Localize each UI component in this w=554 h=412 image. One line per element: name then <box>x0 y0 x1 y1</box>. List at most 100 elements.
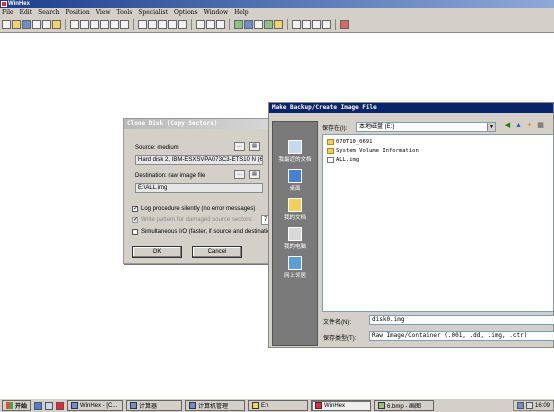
start-button[interactable]: 开始 <box>2 400 32 411</box>
find-replace-icon[interactable] <box>148 20 157 29</box>
clock[interactable]: 16:09 <box>535 403 550 409</box>
menu-help[interactable]: Help <box>234 8 249 17</box>
open-icon[interactable] <box>12 20 21 29</box>
ram-editor-icon[interactable] <box>244 20 253 29</box>
menu-position[interactable]: Position <box>65 8 89 17</box>
file-name: ALL.img <box>336 157 360 163</box>
save-icon[interactable] <box>22 20 31 29</box>
filetype-dropdown[interactable]: Raw Image/Container (.001, .dd, .img, .c… <box>369 331 554 341</box>
file-list[interactable]: 070T10_0691 System Volume Information AL… <box>322 134 554 312</box>
replace-hex-icon[interactable] <box>168 20 177 29</box>
source-properties-icon[interactable]: ▤ <box>249 142 260 151</box>
place-my-computer[interactable]: 我的电脑 <box>273 227 317 250</box>
app-title-bar: WinHex <box>0 0 554 8</box>
task-label: 计算机管理 <box>198 404 229 410</box>
cancel-button[interactable]: Cancel <box>192 246 242 258</box>
toolbar-separator <box>335 19 336 30</box>
calculator-task-icon <box>130 402 138 409</box>
back-icon[interactable] <box>206 20 215 29</box>
menu-search[interactable]: Search <box>38 8 59 17</box>
place-desktop[interactable]: 桌面 <box>273 169 317 192</box>
write-pattern-checkbox[interactable]: ✓ <box>132 217 138 223</box>
task-calculator[interactable]: 计算器 <box>126 400 183 411</box>
undo-icon[interactable] <box>70 20 79 29</box>
calculator-icon[interactable] <box>254 20 263 29</box>
destination-field[interactable]: E:\ALL.img <box>135 183 263 193</box>
options-icon[interactable] <box>340 20 349 29</box>
task-drive-e[interactable]: E:\ <box>248 400 309 411</box>
log-silently-checkbox[interactable]: ✓ <box>132 206 138 212</box>
simultaneous-io-checkbox[interactable] <box>132 229 138 235</box>
task-label: 6.bmp - 画图 <box>387 404 422 410</box>
list-item[interactable]: 070T10_0691 <box>327 139 372 145</box>
find-icon[interactable] <box>138 20 147 29</box>
windows-logo-icon <box>6 402 13 409</box>
previous-sector-icon[interactable] <box>302 20 311 29</box>
new-folder-icon[interactable]: ✦ <box>525 121 534 130</box>
copy-icon[interactable] <box>90 20 99 29</box>
back-icon[interactable]: ◀ <box>503 121 512 130</box>
winhex-quicklaunch-icon[interactable] <box>56 401 65 410</box>
task-winhex[interactable]: WinHex <box>311 400 372 411</box>
goto-offset-icon[interactable] <box>196 20 205 29</box>
toolbar-separator <box>191 19 192 30</box>
paste-special-icon[interactable] <box>110 20 119 29</box>
show-desktop-icon[interactable] <box>45 401 54 410</box>
disk-editor-icon[interactable] <box>234 20 243 29</box>
place-my-documents-label: 我的文档 <box>283 215 306 221</box>
place-network[interactable]: 网上邻居 <box>273 256 317 279</box>
ie-icon[interactable] <box>34 401 43 410</box>
save-dialog-title: Make Backup/Create Image File <box>269 103 553 113</box>
find-integer-icon[interactable] <box>178 20 187 29</box>
task-paint[interactable]: 6.bmp - 画图 <box>374 400 435 411</box>
destination-label: Destination: raw image file <box>135 173 206 179</box>
winhex-task-icon <box>71 402 79 409</box>
write-pattern-label: Write pattern for damaged source sectors… <box>141 217 253 223</box>
next-sector-icon[interactable] <box>312 20 321 29</box>
menu-tools[interactable]: Tools <box>117 8 133 17</box>
cut-icon[interactable] <box>80 20 89 29</box>
menu-file[interactable]: File <box>2 8 14 17</box>
task-label: WinHex <box>324 402 346 409</box>
save-in-dropdown[interactable]: 本地磁盘 (E:) ▼ <box>356 122 496 132</box>
write-icon[interactable] <box>120 20 129 29</box>
place-recent[interactable]: 我最近的文档 <box>273 140 317 163</box>
view-menu-icon[interactable]: ▦ <box>536 121 545 130</box>
destination-browse-button[interactable]: … <box>234 170 245 179</box>
task-winhex-c[interactable]: WinHex - [C... <box>67 400 124 411</box>
volume-tray-icon[interactable] <box>525 402 533 409</box>
forward-icon[interactable] <box>216 20 225 29</box>
new-icon[interactable] <box>2 20 11 29</box>
destination-properties-icon[interactable]: ▤ <box>249 170 260 179</box>
menu-view[interactable]: View <box>96 8 111 17</box>
filename-input[interactable]: disk0.img <box>369 315 554 325</box>
data-interpreter-icon[interactable] <box>274 20 283 29</box>
properties-icon[interactable] <box>42 20 51 29</box>
my-documents-icon <box>288 198 302 212</box>
file-icon <box>327 157 334 163</box>
menu-specialist[interactable]: Specialist <box>138 8 168 17</box>
last-sector-icon[interactable] <box>322 20 331 29</box>
first-sector-icon[interactable] <box>292 20 301 29</box>
up-folder-icon[interactable]: ▲ <box>514 121 523 130</box>
toolbar-separator <box>65 19 66 30</box>
list-item[interactable]: ALL.img <box>327 157 359 163</box>
ok-button[interactable]: OK <box>132 246 182 258</box>
hash-icon[interactable] <box>264 20 273 29</box>
chevron-down-icon[interactable]: ▼ <box>487 123 495 131</box>
task-computer-management[interactable]: 计算机管理 <box>185 400 246 411</box>
menu-edit[interactable]: Edit <box>20 8 33 17</box>
find-hex-icon[interactable] <box>158 20 167 29</box>
source-field[interactable]: Hard disk 2, IBM-ESXSVPA073C3-ETS10 N (6… <box>135 155 263 165</box>
menu-options[interactable]: Options <box>174 8 198 17</box>
file-name: System Volume Information <box>336 148 419 154</box>
print-icon[interactable] <box>32 20 41 29</box>
list-item[interactable]: System Volume Information <box>327 148 419 154</box>
network-tray-icon[interactable] <box>516 402 524 409</box>
open-folder-icon[interactable] <box>52 20 61 29</box>
folder-icon <box>327 148 334 154</box>
menu-window[interactable]: Window <box>204 8 228 17</box>
paste-icon[interactable] <box>100 20 109 29</box>
source-browse-button[interactable]: … <box>234 142 245 151</box>
place-my-documents[interactable]: 我的文档 <box>273 198 317 221</box>
